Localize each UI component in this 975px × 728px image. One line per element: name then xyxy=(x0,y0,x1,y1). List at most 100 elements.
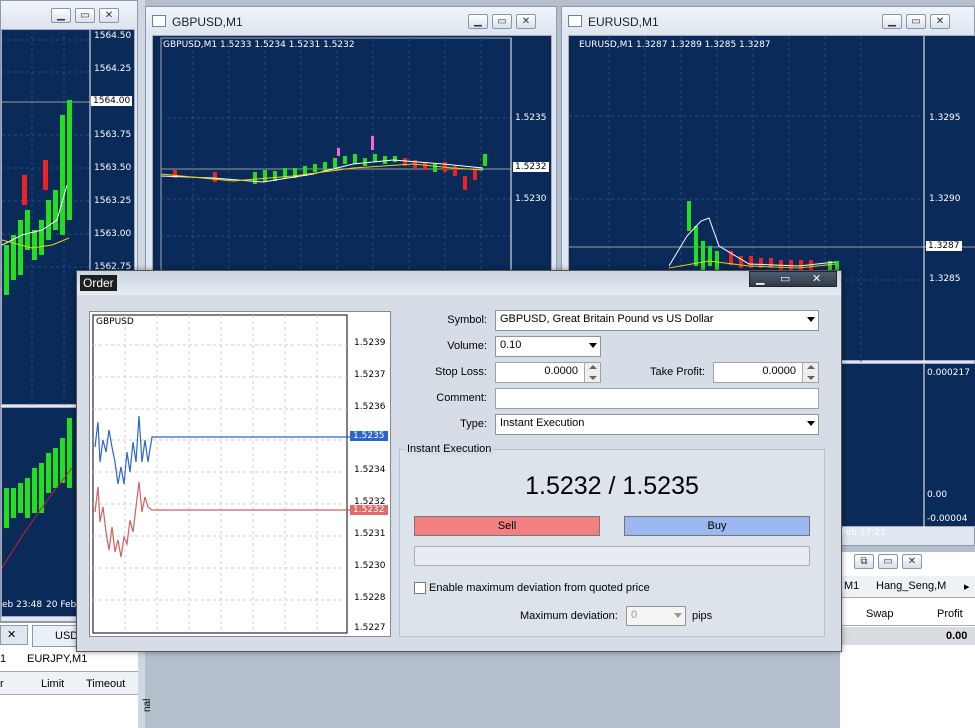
restore-button[interactable]: ▭ xyxy=(906,14,926,29)
stop-loss-spinner[interactable] xyxy=(584,363,600,382)
group-title: Instant Execution xyxy=(405,443,494,455)
deviation-checkbox[interactable] xyxy=(414,582,426,594)
minimize-icon[interactable]: ▁ xyxy=(756,272,764,285)
axis-label: 1.5227 xyxy=(354,623,386,633)
axis-label: 1.5237 xyxy=(354,370,386,380)
price-highlight: 1.5232 xyxy=(513,162,549,172)
profit-value: 0.00 xyxy=(946,630,968,642)
volume-select[interactable]: 0.10 xyxy=(495,336,601,357)
stop-loss-label: Stop Loss: xyxy=(435,366,487,378)
column-profit[interactable]: Profit xyxy=(937,608,963,620)
minimize-button[interactable]: ▁ xyxy=(882,14,902,29)
symbol-value: GBPUSD, Great Britain Pound vs US Dollar xyxy=(500,313,714,325)
time-label: eb 23:48 xyxy=(2,600,43,610)
symbol-label: Symbol: xyxy=(447,314,487,326)
price-label: 1564.25 xyxy=(94,64,132,74)
volume-value: 0.10 xyxy=(500,339,522,351)
title-bar: ▁ ▭ ✕ xyxy=(1,1,137,29)
price-label: 1.3290 xyxy=(929,194,961,204)
tab-eurjpy[interactable]: EURJPY,M1 xyxy=(27,653,87,665)
comment-label: Comment: xyxy=(436,392,487,404)
title-bar: GBPUSD,M1 ▁ ▭ ✕ xyxy=(146,7,556,35)
sell-button[interactable]: Sell xyxy=(414,516,600,536)
window-title: EURUSD,M1 xyxy=(588,15,659,29)
price-label: 1563.25 xyxy=(94,196,132,206)
tab-hang-seng[interactable]: Hang_Seng,M xyxy=(876,580,946,592)
terminal-right: ⧉ ▭ ✕ M1 Hang_Seng,M ▸ Swap Profit 0.00 xyxy=(840,552,975,728)
side-label: nal xyxy=(142,698,153,712)
price-label: 1563.75 xyxy=(94,130,132,140)
ask-price-label: 1.5235 xyxy=(350,431,388,441)
close-button[interactable]: ✕ xyxy=(99,8,119,23)
tab-m1[interactable]: M1 xyxy=(844,580,859,592)
take-profit-spinner[interactable] xyxy=(802,363,818,382)
title-bar: EURUSD,M1 ▁ ▭ ✕ xyxy=(562,7,974,35)
take-profit-value: 0.0000 xyxy=(762,365,796,377)
chart-icon xyxy=(152,15,166,27)
deviation-checkbox-label: Enable maximum deviation from quoted pri… xyxy=(429,582,650,594)
chart-icon xyxy=(568,15,582,27)
close-button[interactable]: ✕ xyxy=(902,554,922,569)
quote-display: 1.5232 / 1.5235 xyxy=(525,472,699,500)
type-value: Instant Execution xyxy=(500,417,585,429)
axis-label: 1.5239 xyxy=(354,338,386,348)
dialog-title: Order xyxy=(80,275,117,291)
indicator-label: 0.00 xyxy=(927,490,948,500)
column-timeout[interactable]: Timeout xyxy=(86,678,125,690)
close-button[interactable]: ✕ xyxy=(516,14,536,29)
time-label: Feb 17:21 xyxy=(841,528,886,538)
dialog-window-buttons: ▁ ▭ ✕ xyxy=(749,271,837,287)
table-row[interactable]: 0.00 xyxy=(840,627,975,645)
restore-button[interactable]: ⧉ xyxy=(854,554,874,569)
stop-loss-input[interactable]: 0.0000 xyxy=(495,362,601,383)
axis-label: 1.5230 xyxy=(354,561,386,571)
type-select[interactable]: Instant Execution xyxy=(495,414,819,435)
window-buttons: ⧉ ▭ ✕ xyxy=(854,554,922,569)
dialog-title-bar: Order ▁ ▭ ✕ xyxy=(77,271,841,295)
instant-execution-group: 1.5232 / 1.5235 Sell Buy Enable maximum … xyxy=(399,449,825,637)
tab-scroll-right[interactable]: ▸ xyxy=(964,580,970,593)
minimize-button[interactable]: ▁ xyxy=(468,14,488,29)
comment-input[interactable] xyxy=(495,388,819,409)
restore-button[interactable]: ▭ xyxy=(492,14,512,29)
maximize-button[interactable]: ▭ xyxy=(878,554,898,569)
column-header-row: Swap Profit xyxy=(840,602,975,626)
price-label: 1.5235 xyxy=(515,113,547,123)
chart-header: EURUSD,M1 1.3287 1.3289 1.3285 1.3287 xyxy=(579,40,771,50)
type-label: Type: xyxy=(460,418,487,430)
restore-icon[interactable]: ▭ xyxy=(780,272,790,285)
time-label: 20 Feb xyxy=(46,600,77,610)
volume-label: Volume: xyxy=(447,340,487,352)
close-icon[interactable]: ✕ xyxy=(812,272,821,285)
window-title: GBPUSD,M1 xyxy=(172,15,243,29)
take-profit-label: Take Profit: xyxy=(649,366,705,378)
column-header-row: r Limit Timeout xyxy=(0,671,138,695)
price-chart[interactable]: GBPUSD,M1 1.5233 1.5234 1.5231 1.5232 1.… xyxy=(152,35,552,275)
close-button[interactable]: ✕ xyxy=(930,14,950,29)
indicator-label: 0.000217 xyxy=(927,368,970,378)
max-deviation-select[interactable]: 0 xyxy=(626,606,686,626)
symbol-select[interactable]: GBPUSD, Great Britain Pound vs US Dollar xyxy=(495,310,819,331)
price-highlight: 1564.00 xyxy=(91,96,133,106)
tab-strip: M1 Hang_Seng,M ▸ xyxy=(840,576,975,598)
tab-label: USD xyxy=(55,630,79,642)
column-limit[interactable]: Limit xyxy=(41,678,64,690)
max-deviation-value: 0 xyxy=(631,609,638,621)
take-profit-input[interactable]: 0.0000 xyxy=(713,362,819,383)
axis-label: 1.5236 xyxy=(354,402,386,412)
pips-label: pips xyxy=(692,610,713,622)
chart-header: GBPUSD,M1 1.5233 1.5234 1.5231 1.5232 xyxy=(163,40,355,50)
tick-chart-panel: GBPUSD 1.5239 1.5237 1.5236 1.5235 1.523… xyxy=(89,311,391,637)
axis-label: 1.5231 xyxy=(354,529,386,539)
buy-button[interactable]: Buy xyxy=(624,516,810,536)
minimize-button[interactable]: ▁ xyxy=(51,8,71,23)
restore-button[interactable]: ▭ xyxy=(75,8,95,23)
bid-price-label: 1.5232 xyxy=(350,505,388,515)
column-swap[interactable]: Swap xyxy=(866,608,894,620)
column-fragment: r xyxy=(0,678,4,690)
dropdown-arrow-icon xyxy=(589,343,597,348)
chart-symbol: GBPUSD xyxy=(96,317,134,327)
price-label: 1563.00 xyxy=(94,229,132,239)
price-label: 1.3285 xyxy=(929,274,961,284)
tab-close-area[interactable]: ✕ xyxy=(0,625,28,645)
